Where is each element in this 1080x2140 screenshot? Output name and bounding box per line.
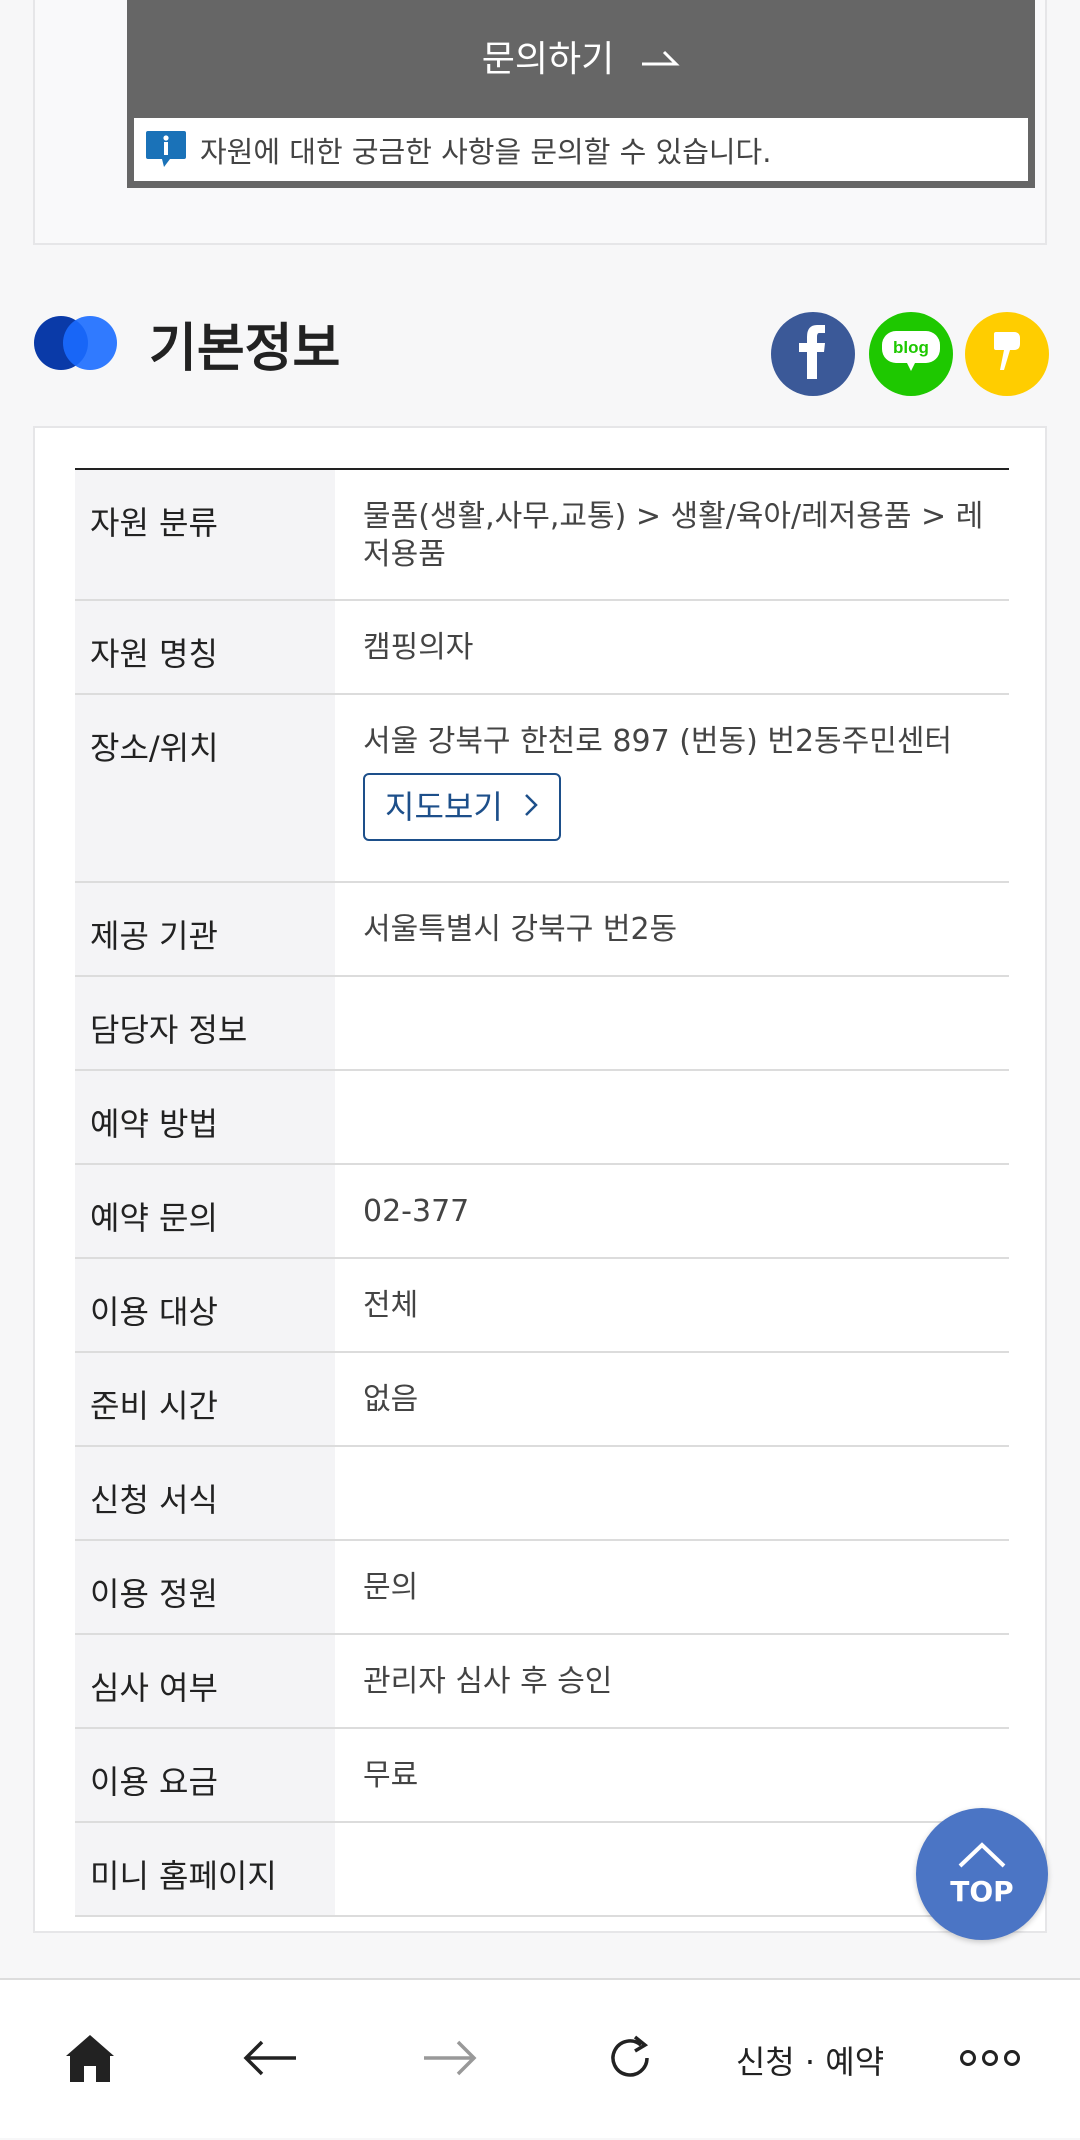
row-label: 이용 대상 (75, 1259, 335, 1351)
row-label: 미니 홈페이지 (75, 1823, 335, 1915)
row-value: 문의 (363, 1570, 419, 1605)
row-label: 장소/위치 (75, 695, 335, 881)
more-button[interactable] (940, 1980, 1040, 2140)
inquiry-notice: 자원에 대한 궁금한 사항을 문의할 수 있습니다. (127, 112, 1035, 188)
table-row: 이용 정원 문의 (75, 1541, 1009, 1635)
apply-reserve-button[interactable]: 신청 · 예약 (725, 1980, 895, 2140)
apply-reserve-label: 신청 · 예약 (735, 2043, 885, 2081)
row-value: 전체 (363, 1288, 419, 1323)
table-row: 장소/위치 서울 강북구 한천로 897 (번동) 번2동주민센터 지도보기 (75, 695, 1009, 883)
refresh-button[interactable] (580, 1980, 680, 2140)
back-arrow-icon (242, 2038, 298, 2082)
arrow-right-icon (640, 36, 680, 77)
refresh-icon (605, 2033, 655, 2087)
table-row: 미니 홈페이지 (75, 1823, 1009, 1917)
svg-text:blog: blog (893, 338, 929, 357)
table-row: 준비 시간 없음 (75, 1353, 1009, 1447)
view-map-label: 지도보기 (385, 788, 503, 826)
row-value (335, 977, 1009, 1069)
row-label: 예약 방법 (75, 1071, 335, 1163)
section-title: 기본정보 (149, 319, 341, 379)
inquiry-notice-text: 자원에 대한 궁금한 사항을 문의할 수 있습니다. (200, 134, 772, 169)
row-value: 없음 (363, 1382, 419, 1417)
scroll-top-label: TOP (950, 1874, 1014, 1908)
row-label: 심사 여부 (75, 1635, 335, 1727)
table-row: 담당자 정보 (75, 977, 1009, 1071)
table-row: 심사 여부 관리자 심사 후 승인 (75, 1635, 1009, 1729)
row-label: 예약 문의 (75, 1165, 335, 1257)
forward-button[interactable] (400, 1980, 500, 2140)
blog-share-button[interactable]: blog (869, 312, 953, 396)
back-button[interactable] (220, 1980, 320, 2140)
section-logo-icon (33, 315, 119, 371)
row-value (335, 1071, 1009, 1163)
more-icon (958, 2048, 1022, 2072)
basic-info-card: 자원 분류 물품(생활,사무,교통) > 생활/육아/레저용품 > 레저용품 자… (33, 426, 1047, 1933)
table-row: 자원 분류 물품(생활,사무,교통) > 생활/육아/레저용품 > 레저용품 (75, 470, 1009, 601)
home-button[interactable] (40, 1980, 140, 2140)
row-value (335, 1823, 1009, 1915)
row-value: 02-377 (363, 1194, 470, 1229)
inquiry-button-label: 문의하기 (481, 39, 615, 80)
row-label: 자원 분류 (75, 470, 335, 599)
inquiry-button[interactable]: 문의하기 (127, 0, 1035, 112)
row-label: 신청 서식 (75, 1447, 335, 1539)
forward-arrow-icon (422, 2038, 478, 2082)
view-map-button[interactable]: 지도보기 (363, 773, 561, 841)
row-label: 이용 정원 (75, 1541, 335, 1633)
row-value: 서울특별시 강북구 번2동 (363, 912, 678, 947)
blog-icon: blog (880, 327, 942, 381)
row-label: 제공 기관 (75, 883, 335, 975)
bottom-nav-bar: 신청 · 예약 (0, 1978, 1080, 2138)
info-icon (144, 129, 188, 171)
table-row: 제공 기관 서울특별시 강북구 번2동 (75, 883, 1009, 977)
home-icon (64, 2032, 116, 2088)
table-row: 이용 대상 전체 (75, 1259, 1009, 1353)
table-row: 신청 서식 (75, 1447, 1009, 1541)
location-text: 서울 강북구 한천로 897 (번동) 번2동주민센터 (363, 724, 953, 759)
row-value: 무료 (363, 1758, 419, 1793)
chevron-right-icon (523, 788, 539, 826)
kakao-story-share-button[interactable] (965, 312, 1049, 396)
table-row: 이용 요금 무료 (75, 1729, 1009, 1823)
kakao-story-icon (992, 330, 1022, 378)
table-row: 예약 방법 (75, 1071, 1009, 1165)
row-value (335, 1447, 1009, 1539)
row-label: 자원 명칭 (75, 601, 335, 693)
basic-info-table: 자원 분류 물품(생활,사무,교통) > 생활/육아/레저용품 > 레저용품 자… (75, 468, 1009, 1917)
section-header: 기본정보 blog (33, 300, 1049, 410)
row-label: 담당자 정보 (75, 977, 335, 1069)
row-value: 캠핑의자 (363, 630, 474, 665)
row-label: 이용 요금 (75, 1729, 335, 1821)
inquiry-card: 문의하기 자원에 대한 궁금한 사항을 문의할 수 있습니다. (33, 0, 1047, 245)
chevron-up-icon (957, 1841, 1007, 1873)
row-value: 물품(생활,사무,교통) > 생활/육아/레저용품 > 레저용품 (363, 499, 984, 572)
facebook-share-button[interactable] (771, 312, 855, 396)
table-row: 예약 문의 02-377 (75, 1165, 1009, 1259)
scroll-top-button[interactable]: TOP (916, 1808, 1048, 1940)
row-value: 관리자 심사 후 승인 (363, 1664, 613, 1699)
row-value-location: 서울 강북구 한천로 897 (번동) 번2동주민센터 지도보기 (335, 695, 1009, 881)
row-label: 준비 시간 (75, 1353, 335, 1445)
table-row: 자원 명칭 캠핑의자 (75, 601, 1009, 695)
facebook-icon (793, 325, 833, 383)
